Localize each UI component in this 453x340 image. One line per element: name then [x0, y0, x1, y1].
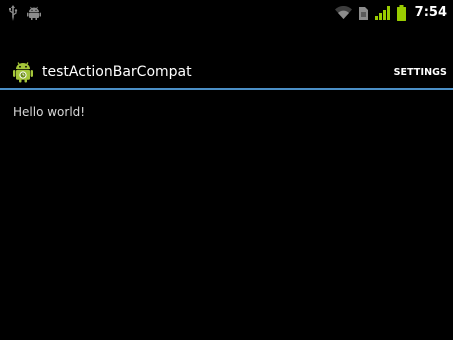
- action-bar-divider: [0, 88, 453, 90]
- status-bar-notifications: [8, 5, 41, 21]
- action-bar-title: testActionBarCompat: [42, 64, 192, 80]
- usb-icon: [8, 5, 18, 21]
- signal-icon: [374, 6, 390, 20]
- battery-icon: [396, 5, 406, 21]
- wifi-icon: [334, 6, 352, 20]
- hello-world-text: Hello world!: [13, 105, 86, 119]
- status-bar-clock: 7:54: [414, 5, 447, 20]
- settings-action-button[interactable]: SETTINGS: [394, 66, 447, 80]
- screen: 7:54 testActionBarCompat SETTINGS Hello …: [0, 0, 453, 340]
- android-app-icon[interactable]: [12, 61, 34, 83]
- status-bar-system-icons: 7:54: [334, 3, 447, 23]
- sim-card-icon: [358, 6, 368, 20]
- status-bar: 7:54: [0, 0, 453, 26]
- android-debug-icon: [27, 6, 41, 20]
